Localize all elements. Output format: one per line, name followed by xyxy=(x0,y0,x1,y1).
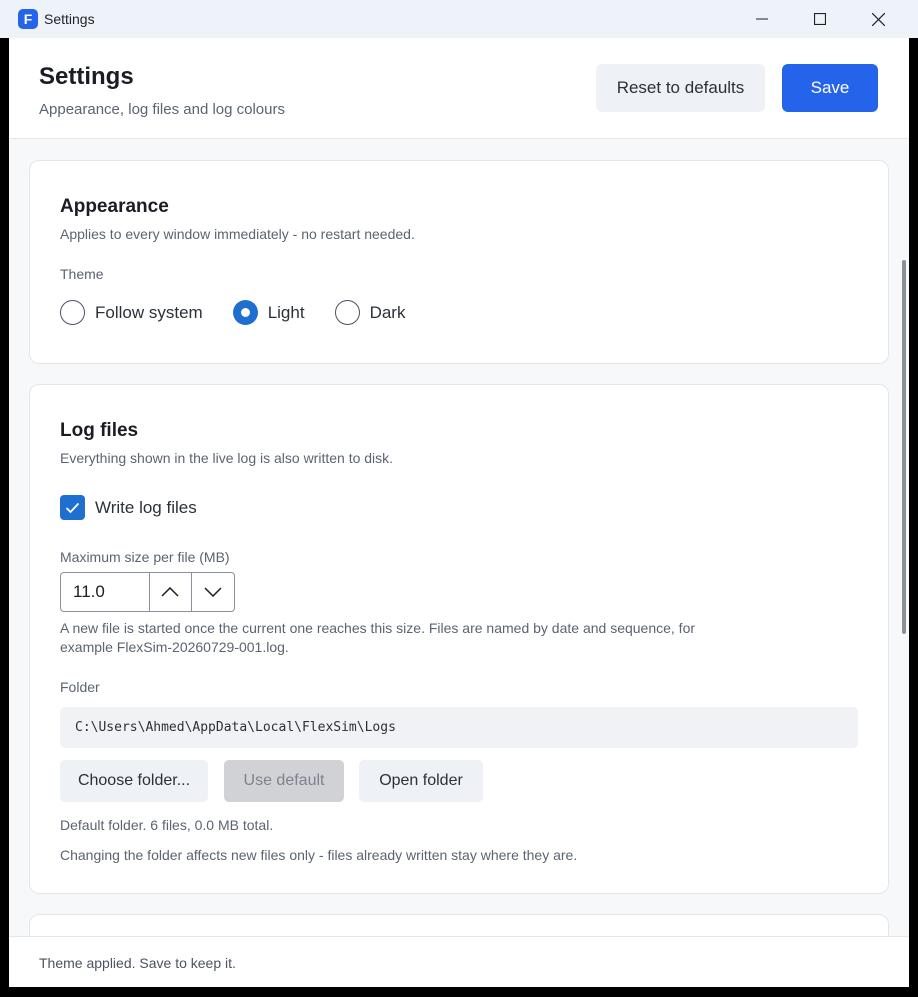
app-icon: F xyxy=(18,9,38,29)
max-size-label: Maximum size per file (MB) xyxy=(60,549,230,565)
theme-label: Theme xyxy=(60,266,104,282)
close-button[interactable] xyxy=(849,0,907,38)
size-hint-line-2: example FlexSim-20260729-001.log. xyxy=(60,639,289,655)
theme-option-light[interactable]: Light xyxy=(232,300,305,325)
write-log-files-checkbox-row[interactable]: Write log files xyxy=(60,495,197,520)
folder-label: Folder xyxy=(60,679,100,695)
status-bar: Theme applied. Save to keep it. xyxy=(9,936,909,987)
use-default-button: Use default xyxy=(224,760,344,802)
settings-window: Settings Appearance, log files and log c… xyxy=(9,38,909,987)
choose-folder-button[interactable]: Choose folder... xyxy=(60,760,208,802)
decrement-button[interactable] xyxy=(191,573,234,611)
window-title: Settings xyxy=(44,11,95,27)
radio-unchecked-icon[interactable] xyxy=(60,300,85,325)
checkmark-icon xyxy=(65,502,80,513)
theme-option-follow-system[interactable]: Follow system xyxy=(60,300,203,325)
next-settings-card xyxy=(29,914,889,936)
settings-header: Settings Appearance, log files and log c… xyxy=(9,38,909,139)
minimize-button[interactable] xyxy=(733,0,791,38)
log-files-title: Log files xyxy=(60,420,139,441)
size-hint-line-1: A new file is started once the current o… xyxy=(60,620,696,636)
radio-unchecked-icon[interactable] xyxy=(334,300,360,325)
maximize-icon xyxy=(814,13,826,25)
settings-content[interactable]: Appearance Applies to every window immed… xyxy=(9,139,909,936)
theme-radio-group: Follow system Light Dark xyxy=(60,300,435,325)
radio-label: Dark xyxy=(369,302,406,322)
vertical-scrollbar[interactable] xyxy=(902,260,906,634)
chevron-up-icon xyxy=(161,587,179,597)
close-icon xyxy=(871,12,885,26)
minimize-icon xyxy=(756,18,768,20)
reset-defaults-button[interactable]: Reset to defaults xyxy=(596,64,765,112)
radio-label: Light xyxy=(267,302,305,322)
open-folder-button[interactable]: Open folder xyxy=(359,760,483,802)
log-files-description: Everything shown in the live log is also… xyxy=(60,450,394,466)
folder-info: Default folder. 6 files, 0.0 MB total. xyxy=(60,817,274,833)
radio-label: Follow system xyxy=(95,302,203,322)
appearance-card: Appearance Applies to every window immed… xyxy=(29,160,889,364)
write-log-files-label: Write log files xyxy=(95,497,197,517)
appearance-title: Appearance xyxy=(60,196,169,217)
max-size-input[interactable]: 11.0 xyxy=(61,573,149,611)
radio-checked-icon[interactable] xyxy=(232,300,258,325)
save-button[interactable]: Save xyxy=(782,64,878,112)
appearance-description: Applies to every window immediately - no… xyxy=(60,226,415,242)
maximize-button[interactable] xyxy=(791,0,849,38)
log-files-card: Log files Everything shown in the live l… xyxy=(29,384,889,894)
title-bar: F Settings xyxy=(0,0,918,38)
page-title: Settings xyxy=(39,63,134,90)
status-message: Theme applied. Save to keep it. xyxy=(39,955,236,971)
page-subtitle: Appearance, log files and log colours xyxy=(39,101,285,118)
folder-path-field: C:\Users\Ahmed\AppData\Local\FlexSim\Log… xyxy=(60,707,858,748)
chevron-down-icon xyxy=(204,587,222,597)
increment-button[interactable] xyxy=(148,573,192,611)
max-size-stepper[interactable]: 11.0 xyxy=(60,572,235,612)
theme-option-dark[interactable]: Dark xyxy=(334,300,406,325)
write-log-files-checkbox[interactable] xyxy=(60,495,85,520)
folder-note: Changing the folder affects new files on… xyxy=(60,847,578,863)
